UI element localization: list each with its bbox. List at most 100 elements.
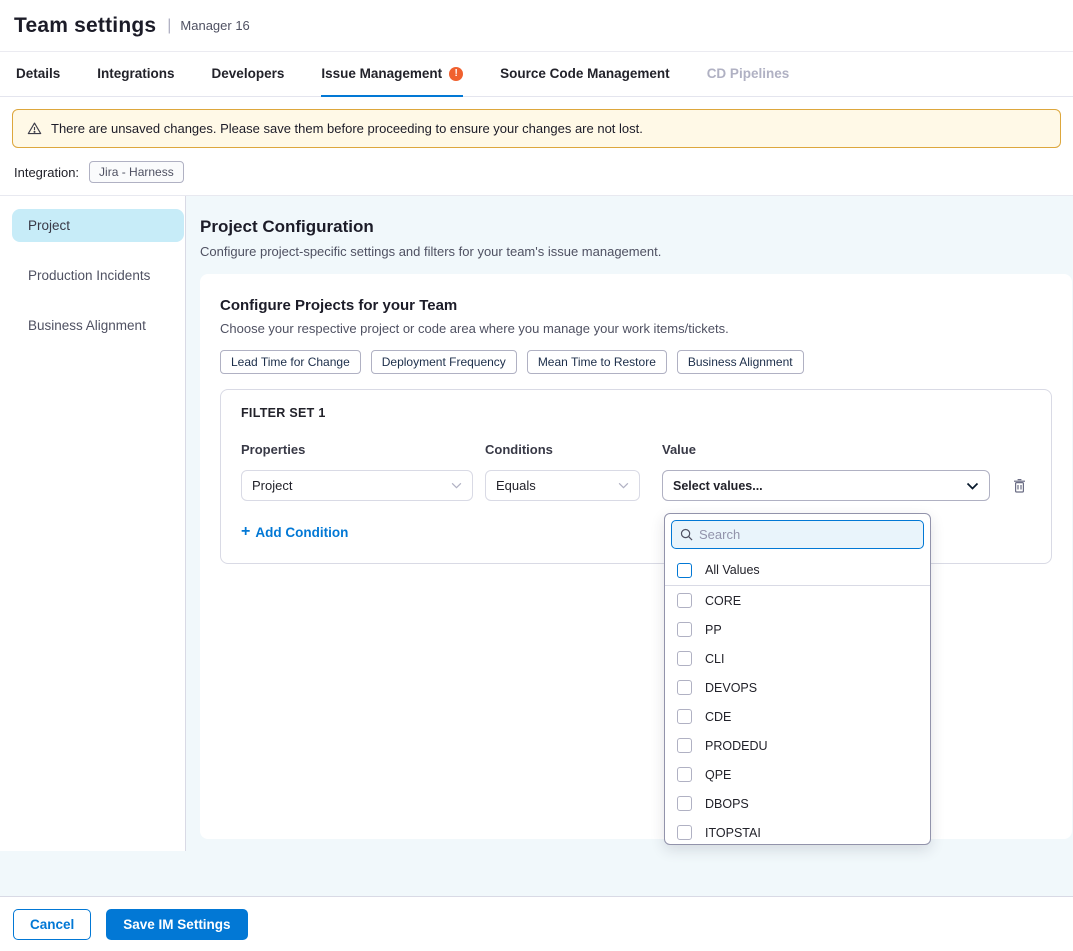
card-title: Configure Projects for your Team bbox=[220, 297, 1052, 314]
tab-issue-management[interactable]: Issue Management ! bbox=[321, 52, 463, 97]
integration-chip[interactable]: Jira - Harness bbox=[89, 161, 184, 183]
option-cli[interactable]: CLI bbox=[665, 644, 930, 673]
column-label-value: Value bbox=[662, 442, 990, 457]
properties-select[interactable]: Project bbox=[241, 470, 473, 501]
checkbox-icon[interactable] bbox=[677, 738, 692, 753]
checkbox-icon[interactable] bbox=[677, 680, 692, 695]
save-im-settings-button[interactable]: Save IM Settings bbox=[106, 909, 247, 940]
search-icon bbox=[680, 528, 693, 541]
value-multiselect[interactable]: Select values... bbox=[662, 470, 990, 501]
sidebar-item-production-incidents[interactable]: Production Incidents bbox=[12, 259, 184, 292]
chevron-down-icon bbox=[618, 482, 629, 489]
integration-row: Integration: Jira - Harness bbox=[0, 148, 1073, 196]
sidebar-item-label: Production Incidents bbox=[28, 268, 150, 283]
banner-text: There are unsaved changes. Please save t… bbox=[51, 121, 643, 136]
sidebar-item-label: Project bbox=[28, 218, 70, 233]
option-label: DEVOPS bbox=[705, 681, 757, 695]
chip-mean-time-to-restore[interactable]: Mean Time to Restore bbox=[527, 350, 667, 374]
checkbox-icon[interactable] bbox=[677, 796, 692, 811]
configure-projects-card: Configure Projects for your Team Choose … bbox=[200, 274, 1072, 839]
page-subtitle: Manager 16 bbox=[180, 18, 249, 33]
filter-column-headers: Properties Conditions Value bbox=[241, 442, 1031, 457]
settings-sidebar: Project Production Incidents Business Al… bbox=[0, 196, 186, 851]
option-cde[interactable]: CDE bbox=[665, 702, 930, 731]
option-label: CLI bbox=[705, 652, 724, 666]
checkbox-icon[interactable] bbox=[677, 825, 692, 840]
option-core[interactable]: CORE bbox=[665, 586, 930, 615]
column-label-conditions: Conditions bbox=[485, 442, 640, 457]
checkbox-icon[interactable] bbox=[677, 593, 692, 608]
chip-business-alignment[interactable]: Business Alignment bbox=[677, 350, 804, 374]
dropdown-search bbox=[671, 520, 924, 549]
delete-filter-button[interactable] bbox=[1008, 474, 1031, 498]
option-label: CDE bbox=[705, 710, 731, 724]
option-label: QPE bbox=[705, 768, 731, 782]
tab-cd-pipelines: CD Pipelines bbox=[707, 52, 790, 97]
option-pp[interactable]: PP bbox=[665, 615, 930, 644]
content-area: Project Configuration Configure project-… bbox=[186, 196, 1073, 902]
integration-label: Integration: bbox=[14, 165, 79, 180]
chevron-down-icon bbox=[451, 482, 462, 489]
section-description: Configure project-specific settings and … bbox=[200, 244, 1072, 259]
option-label: CORE bbox=[705, 594, 741, 608]
option-dbops[interactable]: DBOPS bbox=[665, 789, 930, 818]
plus-icon: + bbox=[241, 524, 250, 540]
chip-deployment-frequency[interactable]: Deployment Frequency bbox=[371, 350, 517, 374]
chip-lead-time-for-change[interactable]: Lead Time for Change bbox=[220, 350, 361, 374]
option-qpe[interactable]: QPE bbox=[665, 760, 930, 789]
column-label-properties: Properties bbox=[241, 442, 473, 457]
section-title: Project Configuration bbox=[200, 217, 1072, 237]
option-prodedu[interactable]: PRODEDU bbox=[665, 731, 930, 760]
checkbox-icon[interactable] bbox=[677, 651, 692, 666]
option-label: PRODEDU bbox=[705, 739, 768, 753]
sidebar-item-project[interactable]: Project bbox=[12, 209, 184, 242]
tab-label: Developers bbox=[212, 66, 285, 81]
value-select-placeholder: Select values... bbox=[673, 479, 763, 493]
conditions-select[interactable]: Equals bbox=[485, 470, 640, 501]
cancel-button[interactable]: Cancel bbox=[13, 909, 91, 940]
warning-badge-icon: ! bbox=[449, 67, 463, 81]
tab-details[interactable]: Details bbox=[16, 52, 60, 97]
search-input[interactable] bbox=[699, 527, 915, 542]
tab-bar: Details Integrations Developers Issue Ma… bbox=[0, 52, 1073, 97]
tab-label: Source Code Management bbox=[500, 66, 670, 81]
dropdown-option-list: CORE PP CLI DEVOPS CDE PRODEDU QPE DBOPS… bbox=[665, 586, 930, 845]
add-condition-label: Add Condition bbox=[255, 525, 348, 540]
conditions-select-value: Equals bbox=[496, 478, 536, 493]
checkbox-icon[interactable] bbox=[677, 767, 692, 782]
unsaved-changes-banner: There are unsaved changes. Please save t… bbox=[12, 109, 1061, 148]
option-label: All Values bbox=[705, 563, 760, 577]
page-title: Team settings bbox=[14, 14, 156, 38]
sidebar-item-label: Business Alignment bbox=[28, 318, 146, 333]
trash-icon bbox=[1012, 478, 1027, 494]
tab-label: Issue Management bbox=[321, 66, 442, 81]
filter-set-title: FILTER SET 1 bbox=[241, 406, 1031, 420]
title-separator: | bbox=[167, 17, 171, 35]
page-header: Team settings | Manager 16 bbox=[0, 0, 1073, 52]
tab-developers[interactable]: Developers bbox=[212, 52, 285, 97]
chevron-down-icon bbox=[966, 482, 979, 490]
checkbox-all-values[interactable] bbox=[677, 563, 692, 578]
option-devops[interactable]: DEVOPS bbox=[665, 673, 930, 702]
tab-label: CD Pipelines bbox=[707, 66, 790, 81]
tab-integrations[interactable]: Integrations bbox=[97, 52, 174, 97]
filter-row: Project Equals Select values... bbox=[241, 470, 1031, 501]
tab-source-code-management[interactable]: Source Code Management bbox=[500, 52, 670, 97]
sidebar-item-business-alignment[interactable]: Business Alignment bbox=[12, 309, 184, 342]
properties-select-value: Project bbox=[252, 478, 292, 493]
add-condition-button[interactable]: + Add Condition bbox=[241, 524, 348, 540]
checkbox-icon[interactable] bbox=[677, 709, 692, 724]
option-itopstai[interactable]: ITOPSTAI bbox=[665, 818, 930, 845]
action-footer: Cancel Save IM Settings bbox=[0, 896, 1073, 951]
metric-chips: Lead Time for Change Deployment Frequenc… bbox=[220, 350, 1052, 374]
value-dropdown-popup: All Values CORE PP CLI DEVOPS CDE PRODED… bbox=[664, 513, 931, 845]
tab-label: Integrations bbox=[97, 66, 174, 81]
option-label: PP bbox=[705, 623, 722, 637]
option-all-values[interactable]: All Values bbox=[665, 555, 930, 586]
filter-set-panel: FILTER SET 1 Properties Conditions Value… bbox=[220, 389, 1052, 564]
main-area: Project Production Incidents Business Al… bbox=[0, 196, 1073, 902]
card-description: Choose your respective project or code a… bbox=[220, 321, 1052, 336]
option-label: DBOPS bbox=[705, 797, 749, 811]
tab-label: Details bbox=[16, 66, 60, 81]
checkbox-icon[interactable] bbox=[677, 622, 692, 637]
